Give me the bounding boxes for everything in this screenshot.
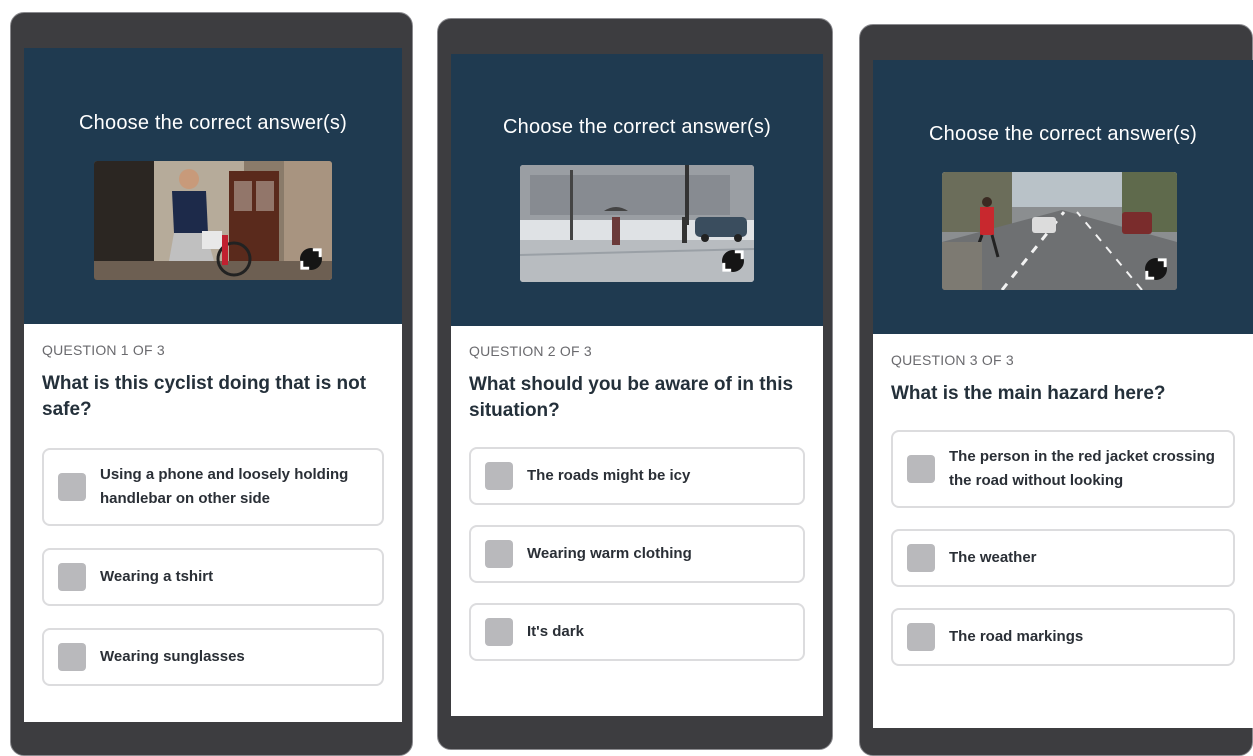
checkbox[interactable]	[58, 643, 86, 671]
question-text: What is the main hazard here?	[891, 383, 1166, 404]
expand-icon[interactable]	[300, 248, 322, 270]
answer-option[interactable]: The weather	[891, 529, 1235, 587]
expand-icon[interactable]	[1145, 258, 1167, 280]
answer-label: The person in the red jacket crossing th…	[949, 448, 1215, 489]
checkbox[interactable]	[907, 544, 935, 572]
checkbox[interactable]	[485, 540, 513, 568]
answer-option[interactable]: Wearing warm clothing	[469, 525, 805, 583]
checkbox[interactable]	[58, 563, 86, 591]
expand-glyph	[300, 248, 322, 270]
instruction-heading: Choose the correct answer(s)	[929, 123, 1197, 145]
answer-option[interactable]: Wearing a tshirt	[42, 548, 384, 606]
question-image-snow[interactable]	[520, 165, 754, 282]
answer-label: It's dark	[527, 623, 584, 640]
question-header: Choose the correct answer(s)	[873, 60, 1253, 334]
checkbox[interactable]	[907, 455, 935, 483]
checkbox[interactable]	[485, 462, 513, 490]
question-text: What is this cyclist doing that is not s…	[42, 373, 367, 420]
snow-photo	[520, 165, 754, 282]
question-header: Choose the correct answer(s)	[24, 48, 402, 324]
street-photo	[942, 172, 1177, 290]
answer-label: Wearing warm clothing	[527, 545, 692, 562]
checkbox[interactable]	[485, 618, 513, 646]
device-frame-2: Choose the correct answer(s) QUESTION 2 …	[437, 18, 833, 750]
device-frame-1: Choose the correct answer(s) QUESTION 1 …	[10, 12, 413, 756]
quiz-screen-2: Choose the correct answer(s) QUESTION 2 …	[451, 54, 823, 716]
question-header: Choose the correct answer(s)	[451, 54, 823, 326]
answer-option[interactable]: The road markings	[891, 608, 1235, 666]
answer-option[interactable]: It's dark	[469, 603, 805, 661]
instruction-heading: Choose the correct answer(s)	[503, 116, 771, 138]
device-frame-3: Choose the correct answer(s) QUESTION 3 …	[859, 24, 1253, 756]
checkbox[interactable]	[907, 623, 935, 651]
answer-option[interactable]: Using a phone and loosely holding handle…	[42, 448, 384, 526]
cyclist-photo	[94, 161, 332, 280]
question-counter: QUESTION 1 OF 3	[42, 342, 165, 358]
answer-label: Wearing a tshirt	[100, 568, 214, 585]
answer-label: Using a phone and loosely holding handle…	[100, 466, 349, 507]
quiz-screen-1: Choose the correct answer(s) QUESTION 1 …	[24, 48, 402, 722]
answer-label: The roads might be icy	[527, 467, 691, 484]
instruction-heading: Choose the correct answer(s)	[79, 112, 347, 134]
answer-label: The road markings	[949, 628, 1084, 645]
question-counter: QUESTION 3 OF 3	[891, 352, 1014, 368]
expand-glyph	[1145, 258, 1167, 280]
expand-glyph	[722, 250, 744, 272]
question-counter: QUESTION 2 OF 3	[469, 343, 592, 359]
question-text: What should you be aware of in this situ…	[469, 374, 794, 421]
answer-label: The weather	[949, 549, 1037, 566]
question-image-cyclist[interactable]	[94, 161, 332, 280]
answer-option[interactable]: Wearing sunglasses	[42, 628, 384, 686]
answer-option[interactable]: The person in the red jacket crossing th…	[891, 430, 1235, 508]
answer-label: Wearing sunglasses	[100, 648, 245, 665]
answer-option[interactable]: The roads might be icy	[469, 447, 805, 505]
expand-icon[interactable]	[722, 250, 744, 272]
quiz-screen-3: Choose the correct answer(s) QUESTION 3 …	[873, 60, 1253, 728]
checkbox[interactable]	[58, 473, 86, 501]
question-image-street[interactable]	[942, 172, 1177, 290]
